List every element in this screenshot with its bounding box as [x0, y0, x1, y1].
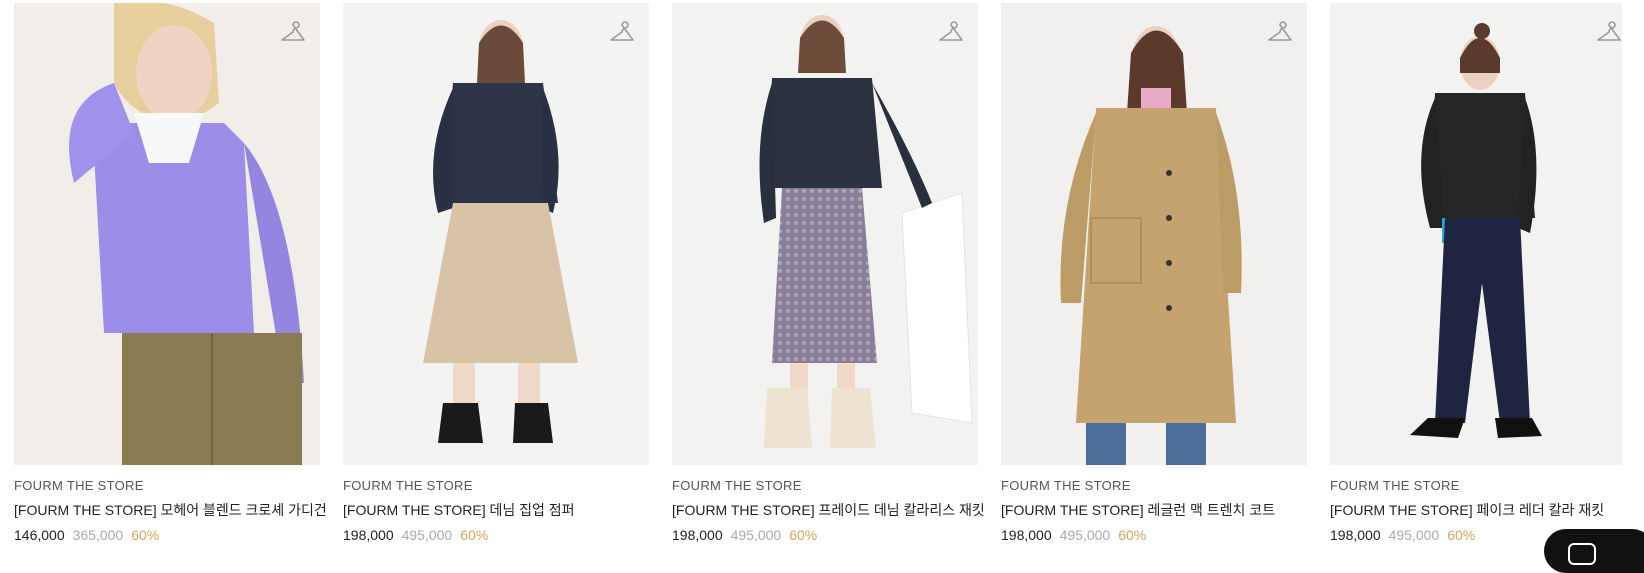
price-row: 198,000 495,000 60%	[672, 527, 978, 543]
product-photo-cardigan	[14, 3, 320, 465]
product-image[interactable]	[1330, 3, 1622, 465]
hanger-icon[interactable]	[609, 21, 635, 45]
product-title[interactable]: [FOURM THE STORE] 프레이드 데님 칼라리스 재킷	[672, 500, 985, 520]
hanger-icon[interactable]	[1596, 21, 1622, 45]
price-row: 198,000 495,000 60%	[1001, 527, 1307, 543]
discount-rate: 60%	[460, 527, 489, 543]
hanger-icon[interactable]	[1267, 21, 1293, 45]
product-photo-denim-jumper	[343, 3, 649, 465]
product-brand[interactable]: FOURM THE STORE	[1330, 478, 1622, 493]
chat-icon	[1568, 543, 1596, 565]
product-grid: FOURM THE STORE [FOURM THE STORE] 모헤어 블렌…	[14, 3, 1622, 543]
product-card[interactable]: FOURM THE STORE [FOURM THE STORE] 프레이드 데…	[672, 3, 985, 543]
sale-price: 198,000	[343, 527, 394, 543]
product-brand[interactable]: FOURM THE STORE	[672, 478, 978, 493]
product-brand[interactable]: FOURM THE STORE	[343, 478, 649, 493]
product-title[interactable]: [FOURM THE STORE] 페이크 레더 칼라 재킷	[1330, 500, 1622, 520]
chat-button[interactable]	[1544, 529, 1644, 573]
product-card[interactable]: FOURM THE STORE [FOURM THE STORE] 데님 집업 …	[343, 3, 649, 543]
original-price: 495,000	[730, 527, 782, 543]
product-title[interactable]: [FOURM THE STORE] 데님 집업 점퍼	[343, 500, 649, 520]
sale-price: 198,000	[672, 527, 723, 543]
product-brand[interactable]: FOURM THE STORE	[14, 478, 320, 493]
price-row: 146,000 365,000 60%	[14, 527, 320, 543]
original-price: 495,000	[1059, 527, 1111, 543]
product-photo-denim-collarless-jacket	[672, 3, 978, 465]
discount-rate: 60%	[789, 527, 818, 543]
original-price: 365,000	[72, 527, 124, 543]
product-card[interactable]: FOURM THE STORE [FOURM THE STORE] 모헤어 블렌…	[14, 3, 327, 543]
original-price: 495,000	[401, 527, 453, 543]
product-card[interactable]: FOURM THE STORE [FOURM THE STORE] 페이크 레더…	[1330, 3, 1622, 543]
hanger-icon[interactable]	[280, 21, 306, 45]
product-image[interactable]	[343, 3, 649, 465]
product-photo-faux-leather-jacket	[1330, 3, 1622, 465]
product-title[interactable]: [FOURM THE STORE] 레글런 맥 트렌치 코트	[1001, 500, 1307, 520]
discount-rate: 60%	[1118, 527, 1147, 543]
sale-price: 198,000	[1330, 527, 1381, 543]
product-image[interactable]	[672, 3, 978, 465]
sale-price: 198,000	[1001, 527, 1052, 543]
price-row: 198,000 495,000 60%	[343, 527, 649, 543]
sale-price: 146,000	[14, 527, 65, 543]
product-image[interactable]	[1001, 3, 1307, 465]
product-title[interactable]: [FOURM THE STORE] 모헤어 블렌드 크로셰 가디건	[14, 500, 327, 520]
product-card[interactable]: FOURM THE STORE [FOURM THE STORE] 레글런 맥 …	[1001, 3, 1307, 543]
product-photo-trench-coat	[1001, 3, 1307, 465]
original-price: 495,000	[1388, 527, 1440, 543]
product-brand[interactable]: FOURM THE STORE	[1001, 478, 1307, 493]
hanger-icon[interactable]	[938, 21, 964, 45]
discount-rate: 60%	[131, 527, 160, 543]
discount-rate: 60%	[1447, 527, 1476, 543]
product-image[interactable]	[14, 3, 320, 465]
